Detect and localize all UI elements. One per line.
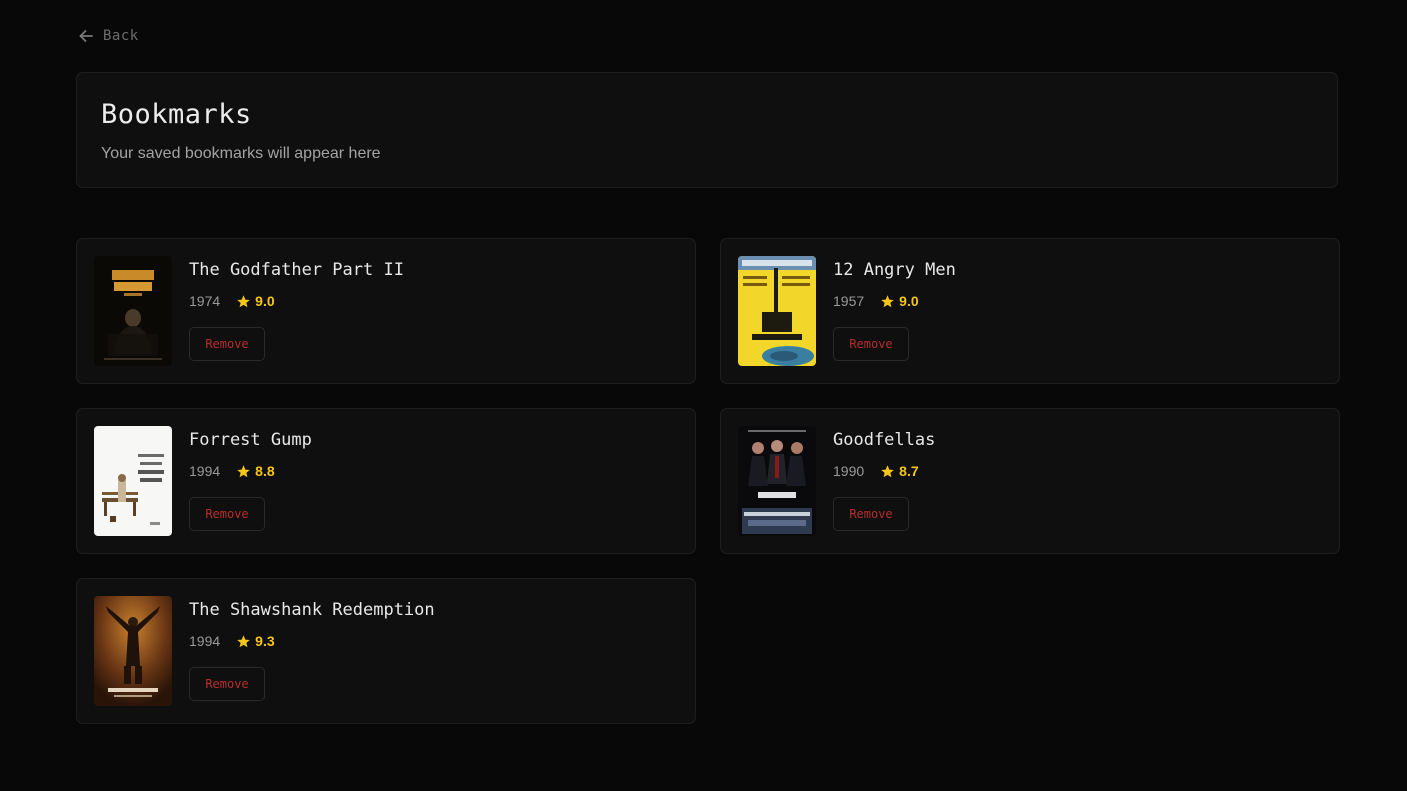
back-button[interactable]: Back [78,26,139,46]
rating-value: 9.3 [255,633,275,649]
movie-poster[interactable] [738,426,816,536]
remove-button[interactable]: Remove [833,497,909,531]
movie-year: 1994 [189,633,221,649]
movie-rating: 9.0 [880,293,919,309]
movie-title[interactable]: The Godfather Part II [189,260,404,280]
movie-year: 1957 [833,293,865,309]
movie-title[interactable]: Goodfellas [833,430,935,450]
header-card: Bookmarks Your saved bookmarks will appe… [76,72,1338,188]
bookmark-card: Goodfellas 1990 8.7 Remove [720,408,1340,554]
bookmark-card: The Shawshank Redemption 1994 9.3 Remove [76,578,696,724]
movie-poster[interactable] [94,596,172,706]
movie-meta: 1990 8.7 [833,463,919,479]
star-icon [880,464,895,479]
movie-year: 1974 [189,293,221,309]
rating-value: 9.0 [255,293,275,309]
movie-title[interactable]: The Shawshank Redemption [189,600,435,620]
remove-button[interactable]: Remove [189,327,265,361]
movie-meta: 1994 9.3 [189,633,275,649]
bookmarks-grid: The Godfather Part II 1974 9.0 Remove 12… [76,238,1340,724]
remove-button[interactable]: Remove [189,667,265,701]
movie-year: 1990 [833,463,865,479]
movie-rating: 8.8 [236,463,275,479]
star-icon [236,294,251,309]
remove-button[interactable]: Remove [189,497,265,531]
page-subtitle: Your saved bookmarks will appear here [101,145,381,162]
remove-button[interactable]: Remove [833,327,909,361]
rating-value: 9.0 [899,293,919,309]
movie-title[interactable]: 12 Angry Men [833,260,956,280]
bookmark-card: The Godfather Part II 1974 9.0 Remove [76,238,696,384]
star-icon [236,634,251,649]
movie-poster[interactable] [94,256,172,366]
rating-value: 8.7 [899,463,919,479]
movie-title[interactable]: Forrest Gump [189,430,312,450]
bookmark-card: 12 Angry Men 1957 9.0 Remove [720,238,1340,384]
movie-rating: 9.3 [236,633,275,649]
bookmark-card: Forrest Gump 1994 8.8 Remove [76,408,696,554]
arrow-left-icon [78,28,94,44]
movie-poster[interactable] [738,256,816,366]
movie-rating: 9.0 [236,293,275,309]
star-icon [880,294,895,309]
rating-value: 8.8 [255,463,275,479]
page-title: Bookmarks [101,99,252,130]
movie-poster[interactable] [94,426,172,536]
movie-meta: 1957 9.0 [833,293,919,309]
movie-rating: 8.7 [880,463,919,479]
back-label: Back [103,28,139,44]
star-icon [236,464,251,479]
movie-meta: 1994 8.8 [189,463,275,479]
movie-year: 1994 [189,463,221,479]
movie-meta: 1974 9.0 [189,293,275,309]
